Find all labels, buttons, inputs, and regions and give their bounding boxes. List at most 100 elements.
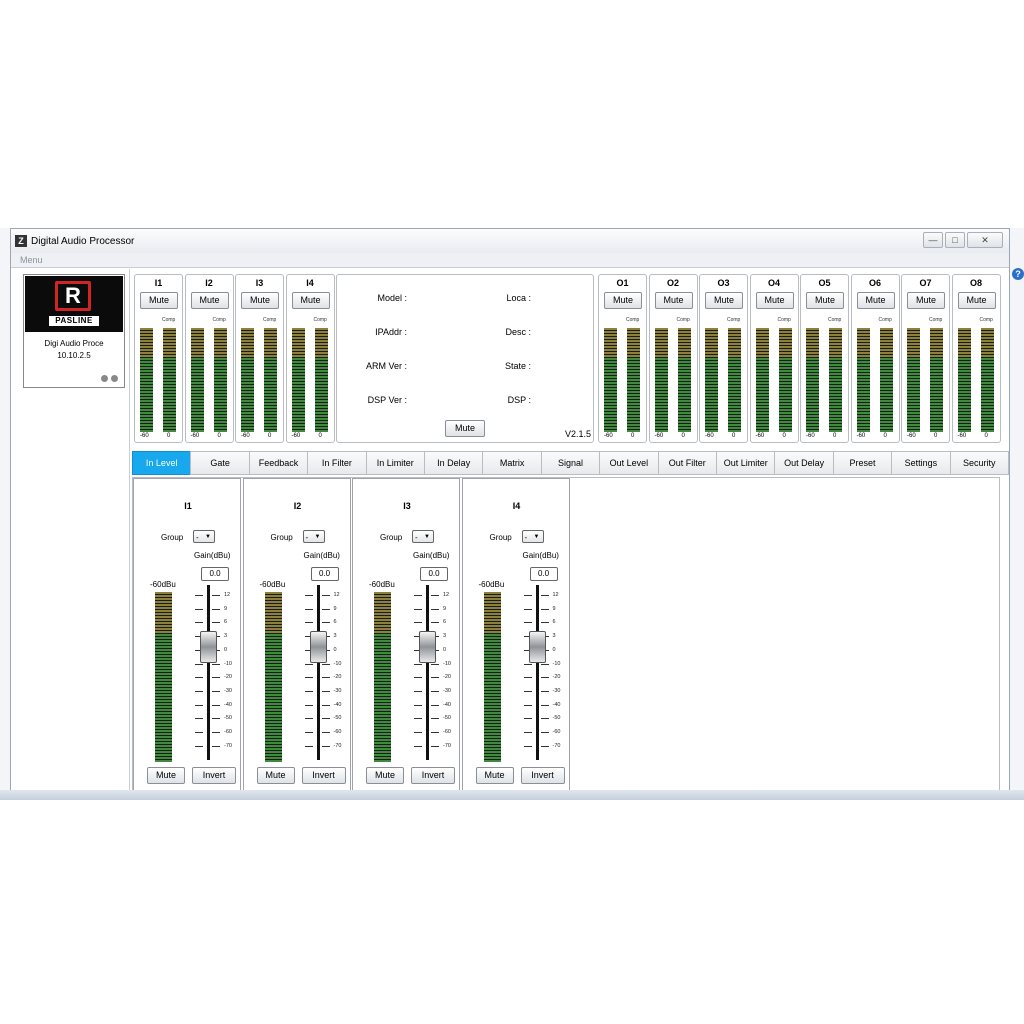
output-7-level-meter [907,328,920,432]
tab-settings[interactable]: Settings [891,451,951,475]
output-6-level-meter [856,328,870,432]
level-4-scale-label: 9 [552,605,556,612]
level-3-scale-label: 9 [443,605,447,612]
level-2-group-select[interactable]: - ▼ [302,530,325,543]
input-3-mute-button[interactable]: Mute [241,292,279,309]
title-bar[interactable]: Z Digital Audio Processor — □ ✕ [11,229,1009,253]
level-2-tick [304,690,313,692]
output-5-min-label: -60 [806,433,815,439]
level-4-tick [540,732,549,733]
info-loca-label: Loca : [506,293,531,303]
level-2-mute-button[interactable]: Mute [256,767,295,784]
master-mute-button[interactable]: Mute [445,420,485,437]
level-3-mute-button[interactable]: Mute [366,767,404,784]
output-7-comp-peak [930,328,943,358]
output-2-mute-button[interactable]: Mute [654,292,693,309]
output-2-comp-meter [677,328,691,432]
output-3-mute-button[interactable]: Mute [705,292,743,309]
tab-out-limiter[interactable]: Out Limiter [716,451,776,475]
level-3-group-select[interactable]: - ▼ [412,530,434,543]
level-4-tick [540,622,549,624]
minimize-button[interactable]: — [923,232,943,248]
level-4-tick [523,690,532,692]
tab-out-level[interactable]: Out Level [599,451,659,475]
level-3-gain-input[interactable]: 0.0 [420,567,448,581]
output-5-comp-meter [829,328,842,432]
output-4-comp-peak [778,328,792,358]
level-3-tick [414,690,422,692]
level-2-gain-input[interactable]: 0.0 [310,567,339,581]
level-4-gain-input[interactable]: 0.0 [529,567,558,581]
tab-in-filter[interactable]: In Filter [307,451,367,475]
output-5-meter-peak [806,328,819,358]
level-2-tick [304,677,313,679]
level-3-tick [414,677,422,679]
tab-out-delay[interactable]: Out Delay [774,451,834,475]
output-4-mute-button[interactable]: Mute [755,292,794,309]
input-2-mute-button[interactable]: Mute [190,292,229,309]
device-card[interactable]: R PASLINE Digi Audio Proce 10.10.2.5 [23,274,125,388]
level-1-scale-label: -60 [224,729,232,735]
help-icon[interactable]: ? [1012,268,1024,280]
output-3-comp-label: Comp [727,317,741,323]
output-6-mute-button[interactable]: Mute [856,292,895,309]
output-5-comp-peak [829,328,842,358]
output-5-strip: O5 Mute Comp -60 0 [800,274,849,443]
level-4-fader-handle[interactable] [528,631,546,663]
level-1-invert-button[interactable]: Invert [192,767,236,784]
level-4-invert-button[interactable]: Invert [520,767,565,784]
level-1-mute-button[interactable]: Mute [147,767,185,784]
menu-item[interactable]: Menu [20,255,43,265]
level-1-gain-input[interactable]: 0.0 [201,567,229,581]
level-4-group-select[interactable]: - ▼ [521,530,544,543]
tab-in-delay[interactable]: In Delay [424,451,484,475]
input-3-level-meter [241,328,254,432]
level-2-invert-button[interactable]: Invert [301,767,346,784]
output-5-mute-button[interactable]: Mute [806,292,844,309]
level-1-scale-label: -20 [224,674,232,681]
info-arm-label: ARM Ver : [365,361,407,371]
level-2-fader-handle[interactable] [309,631,327,663]
tab-feedback[interactable]: Feedback [248,451,309,475]
tab-out-filter[interactable]: Out Filter [657,451,717,475]
tab-in-level[interactable]: In Level [132,451,192,475]
level-3-fader-handle[interactable] [419,631,436,663]
level-3-tick [431,690,439,692]
level-1-group-select[interactable]: - ▼ [193,530,215,543]
firmware-version: V2.1.5 [565,429,592,439]
level-2-scale-label: 9 [333,605,337,612]
output-1-mute-button[interactable]: Mute [604,292,642,309]
tab-in-limiter[interactable]: In Limiter [365,451,425,475]
level-3-invert-button[interactable]: Invert [411,767,455,784]
level-3-gain-label: Gain(dBu) [413,551,450,560]
level-1-fader-rail [207,585,210,760]
output-7-mute-button[interactable]: Mute [907,292,945,309]
level-1-tick [212,718,220,720]
level-4-channel: I4 Group - ▼ Gain(dBu) 0.0 -60dBu 12 9 6 3 0 -10 -20 -… [461,478,570,793]
level-2-scale-label: -10 [333,660,342,667]
device-name: Digi Audio Proce [44,339,104,348]
output-3-comp-meter [728,328,741,432]
output-8-mute-button[interactable]: Mute [957,292,996,309]
level-1-fader-handle[interactable] [200,631,217,663]
tab-security[interactable]: Security [949,451,1009,475]
maximize-button[interactable]: □ [945,232,965,248]
input-4-label: I4 [306,278,314,288]
tab-matrix[interactable]: Matrix [482,451,542,475]
input-1-mute-button[interactable]: Mute [140,292,178,309]
output-8-level-meter [957,328,971,432]
level-4-scale-label: -60 [552,729,561,735]
tab-gate[interactable]: Gate [190,451,250,475]
input-4-mute-button[interactable]: Mute [291,292,330,309]
close-button[interactable]: ✕ [967,232,1003,248]
level-2-group-label: Group [270,533,293,542]
tab-signal[interactable]: Signal [540,451,601,475]
level-4-db-label: -60dBu [478,580,505,589]
level-2-tick [321,663,330,665]
level-1-tick [212,690,220,692]
status-dot-icon [101,375,108,382]
level-1-tick [195,622,203,624]
level-4-level-meter [483,592,501,762]
tab-preset[interactable]: Preset [832,451,893,475]
level-4-mute-button[interactable]: Mute [475,767,514,784]
